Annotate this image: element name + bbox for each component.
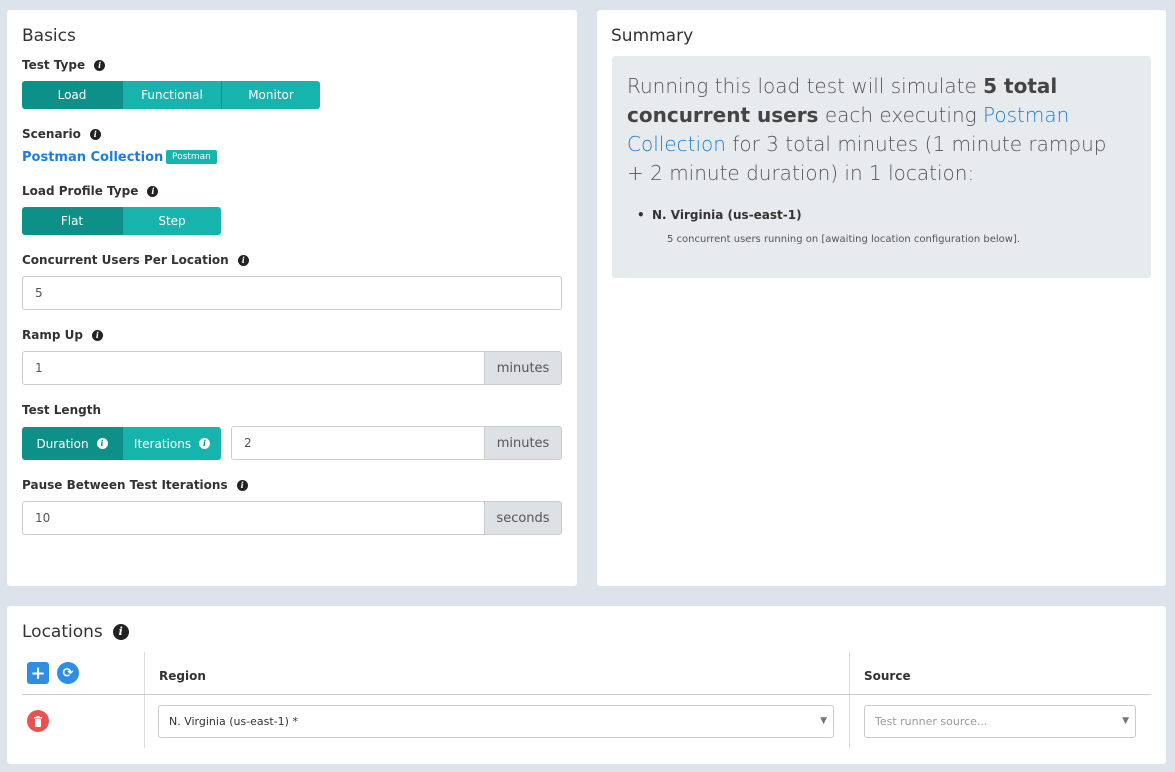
locations-panel: Locations i + ⟳ Region Source N. Virgini… (7, 606, 1166, 764)
concurrent-users-label-text: Concurrent Users Per Location (22, 253, 229, 267)
pause-input[interactable]: 10 (22, 501, 485, 535)
column-divider (849, 652, 850, 748)
load-profile-step-button[interactable]: Step (122, 207, 221, 235)
test-length-duration-button[interactable]: Duration i (22, 427, 122, 460)
info-icon[interactable]: i (96, 438, 108, 449)
info-icon[interactable]: i (236, 479, 248, 491)
add-location-button[interactable]: + (27, 662, 49, 684)
summary-panel: Summary Running this load test will simu… (597, 10, 1166, 586)
duration-label: Duration (36, 436, 89, 451)
concurrent-users-label: Concurrent Users Per Location i (22, 253, 249, 267)
ramp-up-label-text: Ramp Up (22, 328, 83, 342)
test-type-label-text: Test Type (22, 58, 86, 72)
info-icon[interactable]: i (89, 128, 101, 140)
basics-panel: Basics Test Type i Load Functional Monit… (7, 10, 577, 586)
source-column-header: Source (864, 669, 911, 683)
scenario-link[interactable]: Postman Collection (22, 150, 163, 165)
chevron-down-icon: ▼ (820, 716, 827, 726)
test-length-mode-selector: Duration i Iterations i (22, 427, 221, 460)
info-icon[interactable]: i (91, 329, 103, 341)
chevron-down-icon: ▼ (1122, 716, 1129, 726)
test-length-iterations-button[interactable]: Iterations i (122, 427, 221, 460)
test-type-load-button[interactable]: Load (22, 81, 122, 109)
info-icon[interactable]: i (147, 185, 159, 197)
summary-box: Running this load test will simulate 5 t… (612, 56, 1151, 278)
summary-text: Running this load test will simulate 5 t… (627, 72, 1127, 188)
region-select-value: N. Virginia (us-east-1) * (169, 715, 298, 728)
test-length-unit: minutes (485, 426, 562, 460)
source-select[interactable]: Test runner source... ▼ (864, 705, 1136, 738)
scenario-label: Scenario i (22, 127, 101, 141)
test-type-label: Test Type i (22, 58, 106, 72)
column-divider (144, 652, 145, 748)
region-column-header: Region (159, 669, 206, 683)
source-select-placeholder: Test runner source... (875, 715, 988, 728)
delete-location-button[interactable] (27, 710, 49, 732)
info-icon[interactable]: i (237, 254, 249, 266)
load-profile-label-text: Load Profile Type (22, 184, 139, 198)
pause-label-text: Pause Between Test Iterations (22, 478, 228, 492)
summary-location-detail: 5 concurrent users running on [awaiting … (667, 234, 1021, 245)
locations-title-text: Locations (22, 622, 103, 642)
header-divider (22, 694, 1151, 695)
summary-title: Summary (611, 26, 694, 46)
pause-unit: seconds (485, 501, 562, 535)
scenario-type-badge: Postman (166, 150, 217, 164)
load-profile-flat-button[interactable]: Flat (22, 207, 122, 235)
refresh-icon[interactable]: ⟳ (57, 662, 79, 684)
ramp-up-unit: minutes (485, 351, 562, 385)
test-length-input[interactable]: 2 (231, 426, 485, 460)
test-type-monitor-button[interactable]: Monitor (221, 81, 320, 109)
region-select[interactable]: N. Virginia (us-east-1) * ▼ (158, 705, 834, 738)
test-type-functional-button[interactable]: Functional (122, 81, 221, 109)
locations-title: Locations i (22, 622, 129, 642)
concurrent-users-input[interactable]: 5 (22, 276, 562, 310)
trash-icon (34, 715, 42, 727)
ramp-up-label: Ramp Up i (22, 328, 103, 342)
scenario-label-text: Scenario (22, 127, 81, 141)
info-icon[interactable]: i (199, 438, 211, 449)
load-profile-label: Load Profile Type i (22, 184, 159, 198)
ramp-up-input[interactable]: 1 (22, 351, 485, 385)
info-icon[interactable]: i (112, 624, 129, 640)
test-type-selector: Load Functional Monitor (22, 81, 320, 109)
summary-text-prefix: Running this load test will simulate (627, 74, 984, 98)
iterations-label: Iterations (133, 436, 192, 451)
summary-text-mid: each executing (818, 103, 983, 127)
test-length-label: Test Length (22, 403, 101, 417)
basics-title: Basics (22, 26, 76, 46)
summary-location-name: N. Virginia (us-east-1) (637, 208, 802, 222)
pause-label: Pause Between Test Iterations i (22, 478, 248, 492)
info-icon[interactable]: i (94, 59, 106, 71)
load-profile-selector: Flat Step (22, 207, 221, 235)
